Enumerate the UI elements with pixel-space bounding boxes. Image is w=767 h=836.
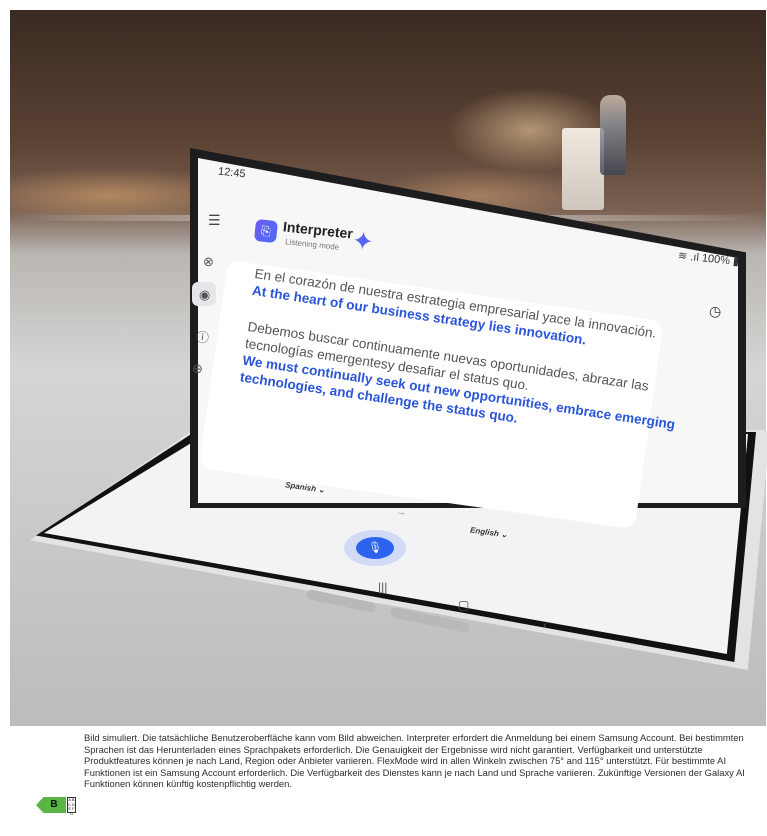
conversation-icon[interactable]: ◉ <box>198 286 211 303</box>
sparkle-icon: ✦ <box>350 224 376 258</box>
back-icon[interactable]: ‹ <box>543 618 547 632</box>
recent-apps-icon[interactable]: ||| <box>378 580 387 594</box>
wifi-icon: ≋ <box>677 249 688 263</box>
battery-icon: ▮ <box>732 255 740 269</box>
arrow-right-icon: → <box>395 506 407 519</box>
chevron-down-icon: ⌄ <box>317 484 326 495</box>
signal-icon: .ıl <box>689 251 700 264</box>
podium <box>562 128 604 210</box>
interpreter-app-icon: ⎘ <box>253 218 279 244</box>
chevron-down-icon: ⌄ <box>500 529 509 540</box>
info-icon[interactable]: ⓘ <box>195 326 210 346</box>
microphone-button[interactable]: 🎙 <box>356 537 394 559</box>
home-icon[interactable]: ▢ <box>458 598 469 612</box>
legal-disclaimer: Bild simuliert. Die tatsächliche Benutze… <box>84 732 745 790</box>
translate-icon[interactable]: ⊗ <box>202 253 214 270</box>
energy-efficiency-label: B A B C D E F G <box>36 797 76 816</box>
microphone-icon: 🎙 <box>368 542 382 554</box>
speaker-figure <box>600 95 626 175</box>
history-icon[interactable]: ◷ <box>709 303 721 320</box>
menu-icon[interactable]: ☰ <box>208 212 221 229</box>
energy-scale: A B C D E F G <box>67 797 76 816</box>
add-icon[interactable]: ⊕ <box>191 360 203 377</box>
energy-class-arrow: B <box>36 797 66 813</box>
